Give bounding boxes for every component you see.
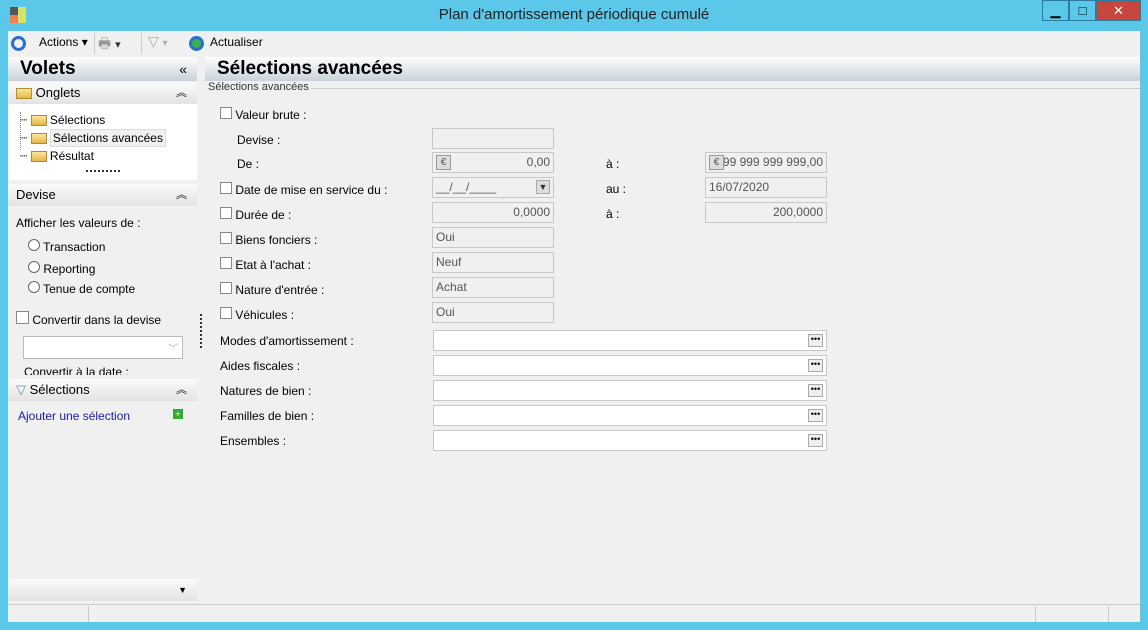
- modes-field[interactable]: •••: [433, 330, 827, 351]
- euro-icon[interactable]: €: [436, 155, 451, 170]
- biens-fonciers-field[interactable]: Oui: [432, 227, 554, 248]
- duree-a-field[interactable]: 200,0000: [705, 202, 827, 223]
- radio-tenue-de-compte[interactable]: Tenue de compte: [28, 281, 135, 296]
- group-line: [311, 88, 1140, 89]
- chevron-up-icon[interactable]: ︽: [176, 379, 187, 401]
- vertical-splitter[interactable]: [200, 314, 202, 348]
- vehicules-field[interactable]: Oui: [432, 302, 554, 323]
- add-icon[interactable]: +: [173, 409, 183, 419]
- biens-fonciers-checkbox[interactable]: Biens fonciers :: [220, 232, 317, 247]
- au-label: au :: [606, 182, 627, 196]
- radio-reporting[interactable]: Reporting: [28, 261, 95, 276]
- chevron-down-icon[interactable]: ▼: [536, 180, 550, 194]
- date-au-field[interactable]: 16/07/2020: [705, 177, 827, 198]
- euro-icon[interactable]: €: [709, 155, 724, 170]
- aides-label: Aides fiscales :: [220, 359, 301, 373]
- onglets-section-header[interactable]: Onglets ︽: [8, 82, 197, 104]
- splitter-handle[interactable]: [86, 170, 120, 172]
- duree-checkbox[interactable]: Durée de :: [220, 207, 291, 222]
- selections-section-header[interactable]: ▽ Sélections ︽: [8, 379, 197, 401]
- ellipsis-button[interactable]: •••: [808, 359, 823, 372]
- radio-transaction[interactable]: Transaction: [28, 239, 105, 254]
- minimize-button[interactable]: ▁: [1042, 0, 1069, 21]
- refresh-icon[interactable]: [189, 36, 204, 51]
- convert-currency-checkbox[interactable]: Convertir dans la devise: [16, 311, 161, 327]
- chevron-down-icon[interactable]: ▼: [178, 579, 187, 601]
- toolbar: Actions ▾ 🖶 ▾ ▽ ▾ Actualiser: [8, 31, 1140, 56]
- window-title: Plan d'amortissement périodique cumulé: [438, 6, 710, 23]
- maximize-button[interactable]: □: [1069, 0, 1096, 21]
- chevron-up-icon[interactable]: ︽: [176, 184, 187, 206]
- etat-achat-checkbox[interactable]: Etat à l'achat :: [220, 257, 311, 272]
- group-title: Sélections avancées: [208, 81, 309, 93]
- ellipsis-button[interactable]: •••: [808, 334, 823, 347]
- currency-select[interactable]: ﹀: [23, 336, 183, 359]
- page-title: Sélections avancées: [205, 57, 1140, 81]
- left-pane: Volets « Onglets ︽ ┈ Sélections ┈ Sélectio…: [8, 57, 197, 602]
- devise-field[interactable]: [432, 128, 554, 149]
- devise-label: Devise :: [237, 133, 281, 147]
- tree-item-resultat[interactable]: ┈ Résultat: [20, 149, 94, 163]
- familles-field[interactable]: •••: [433, 405, 827, 426]
- chevron-up-icon[interactable]: ︽: [176, 82, 187, 104]
- nature-entree-field[interactable]: Achat: [432, 277, 554, 298]
- onglets-tree: ┈ Sélections ┈ Sélections avancées ┈ Rés…: [8, 104, 197, 180]
- duree-de-field[interactable]: 0,0000: [432, 202, 554, 223]
- date-service-checkbox[interactable]: Date de mise en service du :: [220, 182, 387, 197]
- ensembles-field[interactable]: •••: [433, 430, 827, 451]
- status-bar: [8, 604, 1140, 622]
- panes-header: Volets «: [8, 57, 197, 81]
- close-button[interactable]: ✕: [1096, 0, 1141, 21]
- collapse-pane-button[interactable]: «: [179, 57, 187, 81]
- valeur-a-field[interactable]: €999 999 999 999,00: [705, 152, 827, 173]
- convert-date-label: Convertir à la date :: [24, 365, 129, 375]
- actions-menu[interactable]: Actions ▾: [39, 35, 88, 49]
- ensembles-label: Ensembles :: [220, 434, 287, 448]
- modes-label: Modes d'amortissement :: [220, 334, 354, 348]
- valeur-de-field[interactable]: €0,00: [432, 152, 554, 173]
- tree-item-selections[interactable]: ┈ Sélections: [20, 113, 105, 127]
- tree-item-selections-avancees[interactable]: ┈ Sélections avancées: [20, 129, 166, 147]
- display-values-label: Afficher les valeurs de :: [16, 216, 141, 230]
- natures-label: Natures de bien :: [220, 384, 312, 398]
- aides-field[interactable]: •••: [433, 355, 827, 376]
- filter-icon: ▽: [16, 382, 26, 397]
- folder-icon: [16, 88, 32, 100]
- etat-achat-field[interactable]: Neuf: [432, 252, 554, 273]
- print-icon[interactable]: 🖶 ▾: [98, 33, 121, 57]
- date-du-field[interactable]: __/__/____ ▼: [432, 177, 554, 198]
- natures-field[interactable]: •••: [433, 380, 827, 401]
- ellipsis-button[interactable]: •••: [808, 434, 823, 447]
- refresh-button[interactable]: Actualiser: [210, 35, 263, 49]
- nature-entree-checkbox[interactable]: Nature d'entrée :: [220, 282, 324, 297]
- separator: [94, 33, 95, 54]
- ellipsis-button[interactable]: •••: [808, 409, 823, 422]
- de-label: De :: [237, 157, 260, 171]
- client-area: Actions ▾ 🖶 ▾ ▽ ▾ Actualiser Volets « Ong…: [8, 31, 1140, 622]
- vehicules-checkbox[interactable]: Véhicules :: [220, 307, 294, 322]
- a-label: à :: [606, 207, 620, 221]
- separator: [141, 33, 142, 54]
- target-icon[interactable]: [11, 36, 26, 51]
- title-bar: Plan d'amortissement périodique cumulé ▁…: [0, 0, 1148, 31]
- ellipsis-button[interactable]: •••: [808, 384, 823, 397]
- add-selection-link[interactable]: Ajouter une sélection: [18, 409, 130, 423]
- valeur-brute-checkbox[interactable]: Valeur brute :: [220, 107, 307, 122]
- pane-footer[interactable]: ▼: [8, 579, 197, 601]
- devise-section-header[interactable]: Devise ︽: [8, 184, 197, 206]
- familles-label: Familles de bien :: [220, 409, 315, 423]
- a-label: à :: [606, 157, 620, 171]
- filter-icon[interactable]: ▽ ▾: [148, 33, 168, 50]
